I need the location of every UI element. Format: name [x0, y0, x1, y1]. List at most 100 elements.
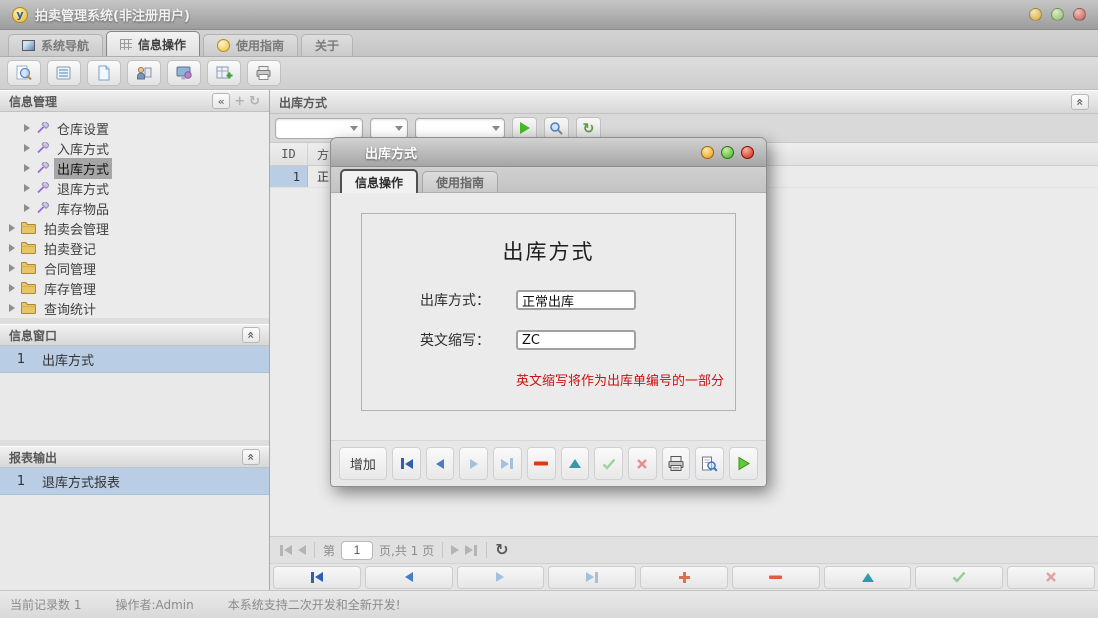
- tree-item-stock-items[interactable]: 库存物品: [0, 198, 269, 218]
- list-button[interactable]: [47, 60, 81, 86]
- expand-arrow-icon[interactable]: [24, 204, 30, 212]
- tree-item-warehouse-setup[interactable]: 仓库设置: [0, 118, 269, 138]
- tab-label: 关于: [315, 37, 339, 54]
- tree-item-contract-management[interactable]: 合同管理: [0, 258, 269, 278]
- expand-arrow-icon[interactable]: [9, 224, 15, 232]
- dialog-tab-user-guide[interactable]: 使用指南: [422, 171, 498, 192]
- expand-arrow-icon[interactable]: [24, 164, 30, 172]
- folder-icon: [21, 282, 36, 294]
- maximize-button[interactable]: [1051, 8, 1064, 21]
- dialog-next-button[interactable]: [459, 447, 488, 480]
- dialog-edit-button[interactable]: [561, 447, 590, 480]
- page-prev-button[interactable]: [298, 545, 306, 555]
- list-item[interactable]: 1 出库方式: [0, 346, 269, 373]
- expand-arrow-icon[interactable]: [24, 184, 30, 192]
- record-edit-button[interactable]: [824, 566, 912, 589]
- dialog-prev-button[interactable]: [426, 447, 455, 480]
- close-button[interactable]: [1073, 8, 1086, 21]
- record-next-button[interactable]: [457, 566, 545, 589]
- printer-button[interactable]: [247, 60, 281, 86]
- tab-info-operation[interactable]: 信息操作: [106, 31, 200, 56]
- collapse-panel-button[interactable]: «: [242, 327, 260, 343]
- table-add-button[interactable]: [207, 60, 241, 86]
- expand-arrow-icon[interactable]: [9, 264, 15, 272]
- page-number-input[interactable]: [341, 541, 373, 560]
- chevron-down-icon: [345, 119, 362, 138]
- window-controls: [1029, 8, 1086, 21]
- collapse-sidebar-button[interactable]: «: [212, 93, 230, 109]
- collapse-main-button[interactable]: «: [1071, 94, 1089, 110]
- user-button[interactable]: [127, 60, 161, 86]
- status-bar: 当前记录数 1 操作者:Admin 本系统支持二次开发和全新开发!: [0, 590, 1098, 618]
- dialog-maximize-button[interactable]: [721, 146, 734, 159]
- row-number: 1: [0, 474, 42, 489]
- expand-arrow-icon[interactable]: [24, 144, 30, 152]
- record-last-button[interactable]: [548, 566, 636, 589]
- record-prev-button[interactable]: [365, 566, 453, 589]
- dialog-execute-button[interactable]: [729, 447, 758, 480]
- tab-system-nav[interactable]: 系统导航: [8, 34, 103, 56]
- tree-item-label: 仓库设置: [54, 118, 112, 139]
- record-add-button[interactable]: [640, 566, 728, 589]
- form-note: 英文缩写将作为出库单编号的一部分: [516, 370, 735, 389]
- expand-arrow-icon[interactable]: [9, 244, 15, 252]
- record-cancel-button[interactable]: [1007, 566, 1095, 589]
- page-next-button[interactable]: [451, 545, 459, 555]
- record-delete-button[interactable]: [732, 566, 820, 589]
- filter-field-select[interactable]: [275, 118, 363, 139]
- dialog-tab-info-operation[interactable]: 信息操作: [340, 169, 418, 193]
- dialog-last-button[interactable]: [493, 447, 522, 480]
- tree-item-label: 合同管理: [41, 258, 99, 279]
- expand-arrow-icon[interactable]: [24, 124, 30, 132]
- tree-item-inventory-management[interactable]: 库存管理: [0, 278, 269, 298]
- tree-item-inbound-method[interactable]: 入库方式: [0, 138, 269, 158]
- search-button[interactable]: [7, 60, 41, 86]
- record-confirm-button[interactable]: [915, 566, 1003, 589]
- tree-item-return-method[interactable]: 退库方式: [0, 178, 269, 198]
- filter-value-select[interactable]: [415, 118, 505, 139]
- refresh-icon[interactable]: ↻: [249, 95, 260, 108]
- tab-user-guide[interactable]: 使用指南: [203, 34, 298, 56]
- dialog-delete-button[interactable]: [527, 447, 556, 480]
- system-message: 本系统支持二次开发和全新开发!: [228, 596, 401, 613]
- add-icon[interactable]: +: [234, 95, 245, 108]
- tab-about[interactable]: 关于: [301, 34, 353, 56]
- add-button[interactable]: 增加: [339, 447, 387, 480]
- dialog-titlebar[interactable]: 出库方式: [331, 138, 766, 167]
- coin-icon: [217, 39, 230, 52]
- folder-icon: [21, 262, 36, 274]
- english-abbr-input[interactable]: [516, 330, 636, 350]
- tab-label: 信息操作: [355, 174, 403, 191]
- info-management-header: 信息管理 « + ↻: [0, 90, 269, 112]
- tree-item-outbound-method[interactable]: 出库方式: [0, 158, 269, 178]
- dialog-first-button[interactable]: [392, 447, 421, 480]
- filter-operator-select[interactable]: [370, 118, 408, 139]
- triangle-up-icon: [862, 573, 874, 582]
- list-item[interactable]: 1 退库方式报表: [0, 468, 269, 495]
- expand-arrow-icon[interactable]: [9, 284, 15, 292]
- dialog-minimize-button[interactable]: [701, 146, 714, 159]
- dialog-title: 出库方式: [365, 143, 417, 162]
- dialog-confirm-button[interactable]: [594, 447, 623, 480]
- magnifier-icon: [549, 121, 564, 136]
- page-last-button[interactable]: [465, 545, 478, 556]
- dialog-cancel-button[interactable]: [628, 447, 657, 480]
- collapse-panel-button[interactable]: «: [242, 449, 260, 465]
- tree-item-auction-registration[interactable]: 拍卖登记: [0, 238, 269, 258]
- monitor-button[interactable]: [167, 60, 201, 86]
- record-first-button[interactable]: [273, 566, 361, 589]
- tree-item-label: 查询统计: [41, 298, 99, 319]
- expand-arrow-icon[interactable]: [9, 304, 15, 312]
- new-document-button[interactable]: [87, 60, 121, 86]
- monitor-icon: [175, 65, 193, 81]
- outbound-method-input[interactable]: [516, 290, 636, 310]
- tree-item-query-statistics[interactable]: 查询统计: [0, 298, 269, 318]
- tree-item-auction-management[interactable]: 拍卖会管理: [0, 218, 269, 238]
- minimize-button[interactable]: [1029, 8, 1042, 21]
- dialog-print-button[interactable]: [662, 447, 691, 480]
- dialog-close-button[interactable]: [741, 146, 754, 159]
- dialog-print-preview-button[interactable]: [695, 447, 724, 480]
- page-first-button[interactable]: [279, 545, 292, 556]
- refresh-page-button[interactable]: ↻: [495, 542, 508, 558]
- row-number: 1: [0, 352, 42, 367]
